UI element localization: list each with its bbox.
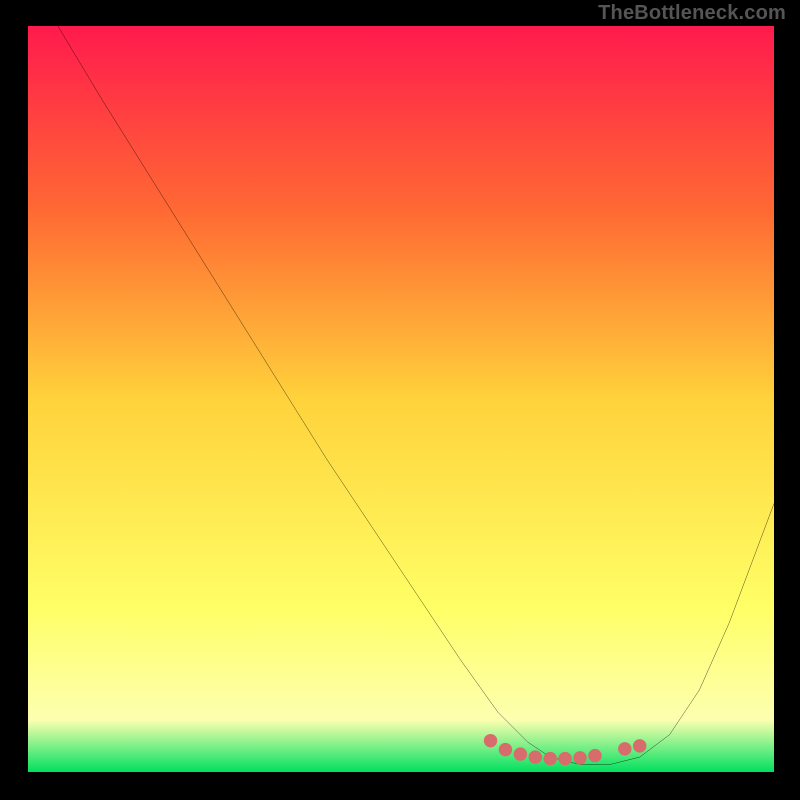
chart-stage: TheBottleneck.com bbox=[0, 0, 800, 800]
attribution-label: TheBottleneck.com bbox=[598, 2, 786, 25]
optimal-marker bbox=[529, 750, 542, 763]
optimal-marker bbox=[484, 734, 497, 747]
optimal-marker bbox=[558, 752, 571, 765]
bottleneck-chart bbox=[28, 26, 774, 772]
optimal-marker bbox=[633, 739, 646, 752]
optimal-marker bbox=[573, 751, 586, 764]
optimal-marker bbox=[588, 749, 601, 762]
optimal-marker bbox=[543, 752, 556, 765]
optimal-marker bbox=[499, 743, 512, 756]
optimal-marker bbox=[618, 742, 631, 755]
optimal-marker bbox=[514, 747, 527, 760]
chart-background bbox=[28, 26, 774, 772]
